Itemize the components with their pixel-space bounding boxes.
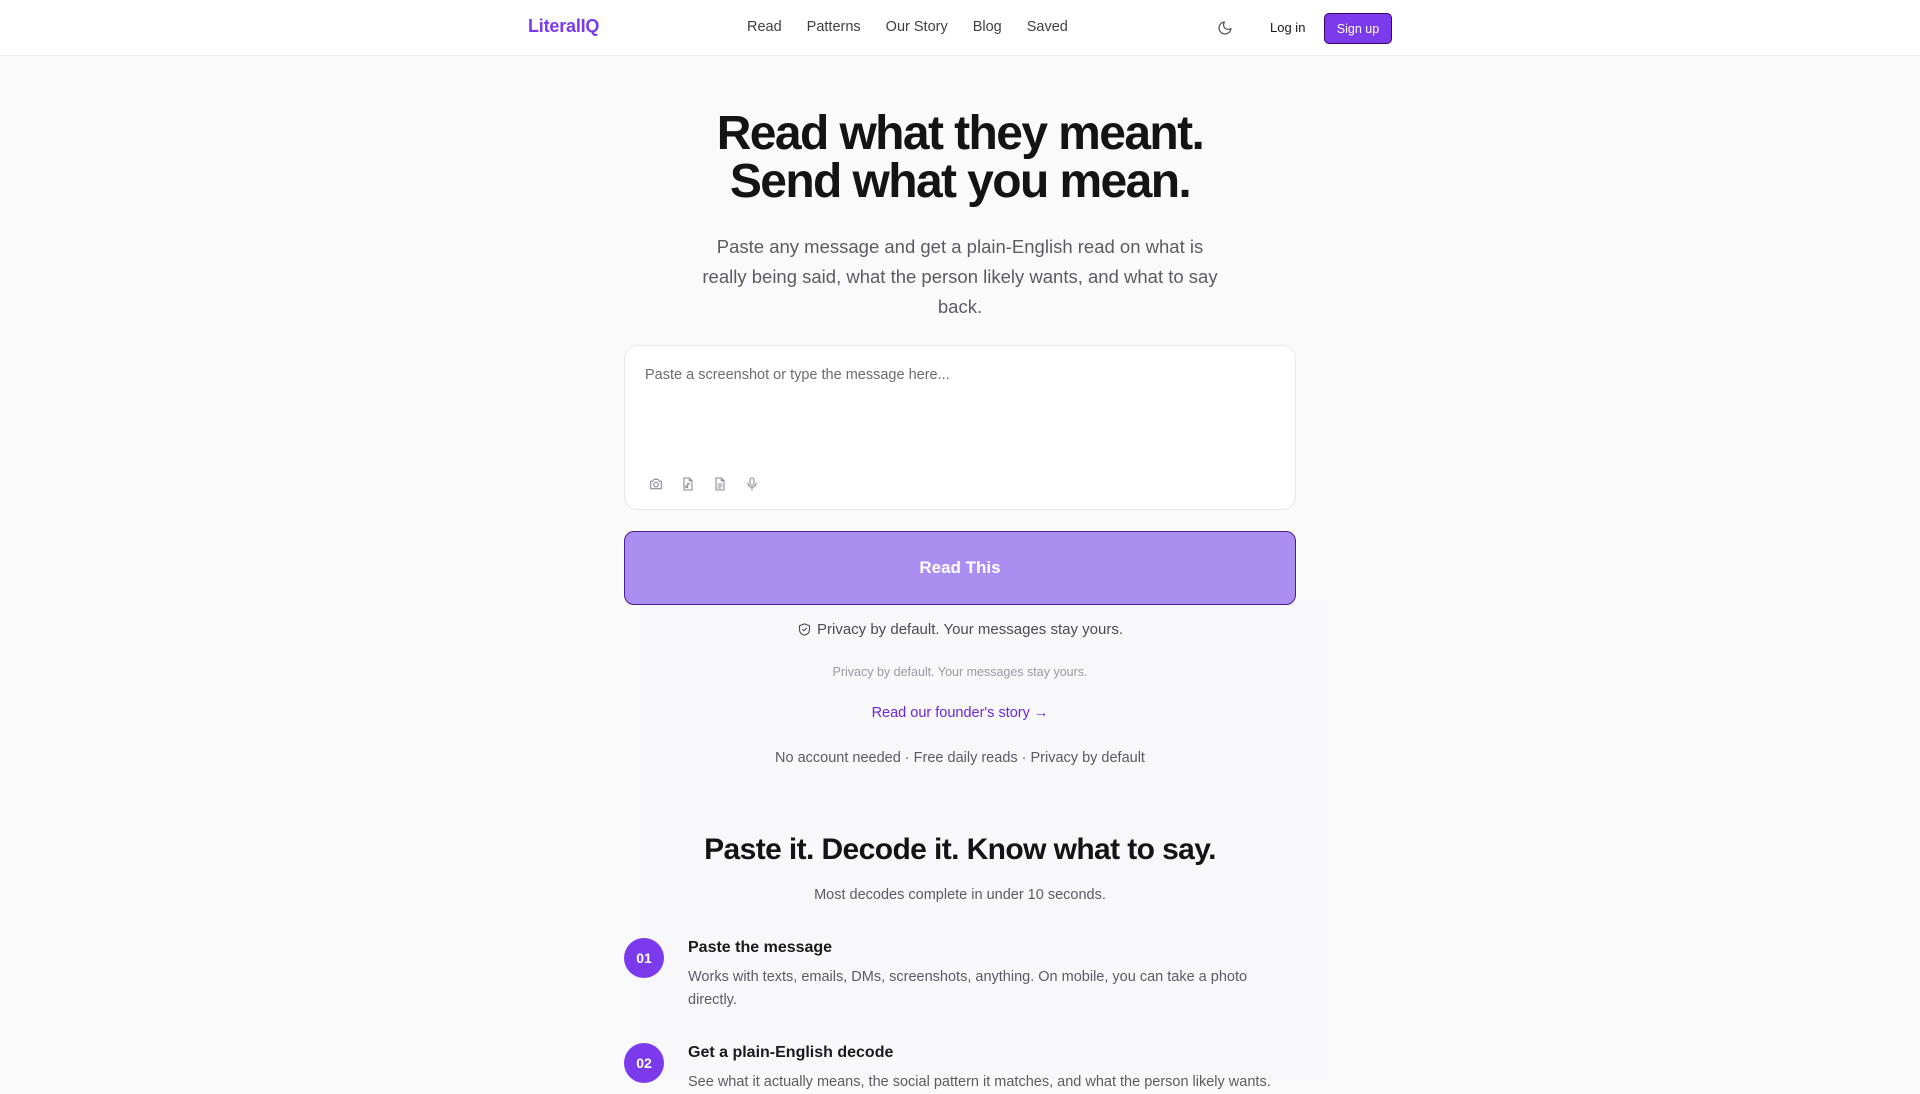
privacy-note: Privacy by default. Your messages stay y… <box>0 621 1920 641</box>
login-button[interactable]: Log in <box>1264 14 1311 42</box>
read-this-button[interactable]: Read This <box>624 531 1296 605</box>
hero-title: Read what they meant. Send what you mean… <box>560 110 1360 206</box>
founder-story-link[interactable]: Read our founder's story → <box>872 705 1049 721</box>
step-title: Get a plain-English decode <box>688 1044 894 1061</box>
shield-check-icon <box>797 622 812 641</box>
section-title: Paste it. Decode it. Know what to say. <box>704 833 1216 866</box>
nav-patterns[interactable]: Patterns <box>807 19 861 35</box>
step-number-badge: 02 <box>624 1043 664 1083</box>
message-composer <box>624 345 1296 510</box>
signup-button[interactable]: Sign up <box>1324 13 1392 44</box>
nav-saved[interactable]: Saved <box>1027 19 1068 35</box>
nav-blog[interactable]: Blog <box>973 19 1002 35</box>
hero-title-line-1: Read what they meant. <box>716 107 1205 160</box>
nav-our-story[interactable]: Our Story <box>886 19 948 35</box>
step-number-badge: 01 <box>624 938 664 978</box>
composer-toolbar <box>646 474 762 494</box>
privacy-note-small: Privacy by default. Your messages stay y… <box>832 665 1088 679</box>
founder-story-link-row: Read our founder's story → <box>0 705 1920 721</box>
camera-icon[interactable] <box>646 474 666 494</box>
step-title: Paste the message <box>688 939 833 956</box>
microphone-icon[interactable] <box>742 474 762 494</box>
brand-logo[interactable]: LiteralIQ <box>528 16 599 37</box>
section-subtitle: Most decodes complete in under 10 second… <box>814 887 1106 903</box>
step-description: See what it actually means, the social p… <box>688 1074 1271 1090</box>
privacy-note-text: Privacy by default. Your messages stay y… <box>817 621 1123 638</box>
hero-title-line-2: Send what you mean. <box>729 155 1192 208</box>
file-audio-icon[interactable] <box>678 474 698 494</box>
message-input[interactable] <box>625 346 1295 466</box>
top-navigation-bar: LiteralIQ Read Patterns Our Story Blog S… <box>0 0 1920 56</box>
hero-subtitle: Paste any message and get a plain-Englis… <box>702 236 1218 317</box>
main-nav: Read Patterns Our Story Blog Saved <box>747 19 1068 35</box>
step-description: Works with texts, emails, DMs, screensho… <box>688 969 1248 1008</box>
nav-read[interactable]: Read <box>747 19 782 35</box>
features-line: No account needed · Free daily reads · P… <box>775 750 1145 766</box>
document-icon[interactable] <box>710 474 730 494</box>
moon-icon[interactable] <box>1215 18 1235 38</box>
